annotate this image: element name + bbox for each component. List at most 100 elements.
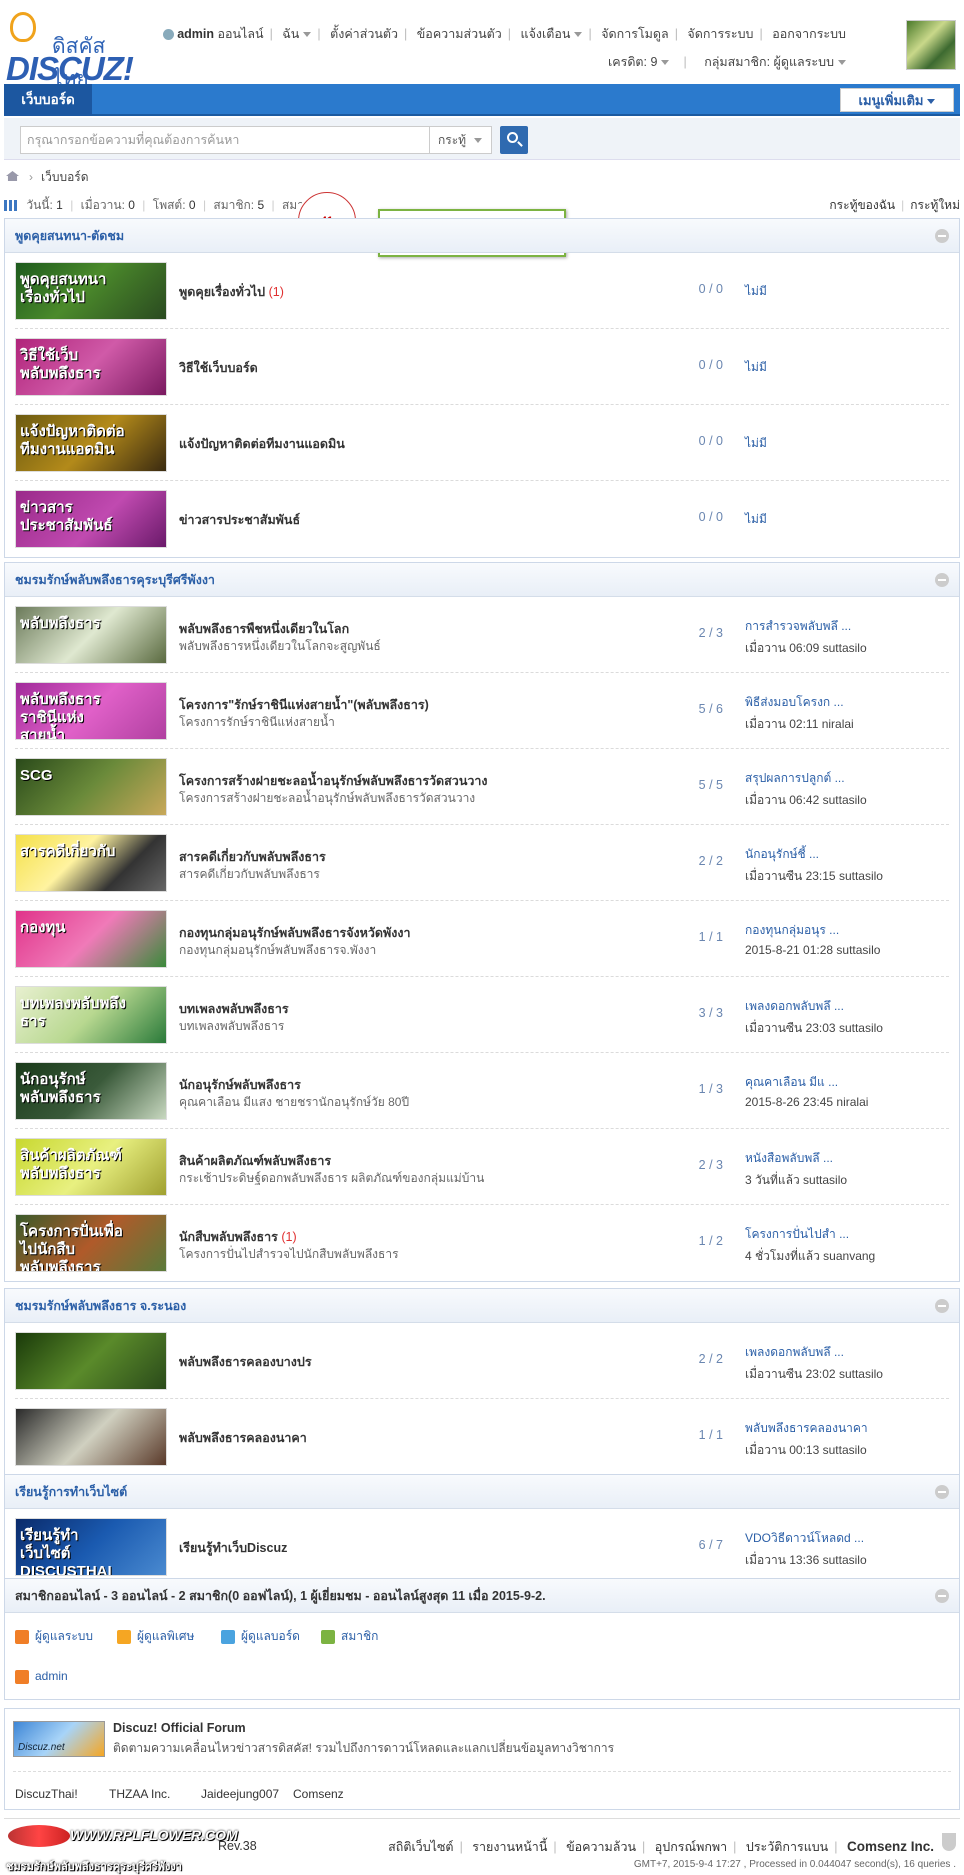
search-button[interactable] (500, 126, 528, 154)
footer-company[interactable]: Comsenz Inc. (847, 1839, 934, 1854)
forum-icon[interactable]: กองทุน (15, 910, 167, 968)
forum-icon[interactable]: สินค้าผลิตภัณฑ์พลับพลึงธาร (15, 1138, 167, 1196)
collapse-icon[interactable] (935, 1589, 949, 1603)
forum-name[interactable]: สารคดีเกี่ยวกับพลับพลึงธาร (179, 847, 326, 867)
tab-forum[interactable]: เว็บบอร์ด (4, 84, 92, 116)
forum-name[interactable]: นักสืบพลับพลึงธาร (1) (179, 1227, 297, 1247)
forum-name[interactable]: พลับพลึงธารคลองนาคา (179, 1428, 307, 1448)
menu-admin[interactable]: จัดการระบบ (687, 27, 753, 41)
last-post-title[interactable]: พิธีส่งมอบโครงก ... (745, 693, 854, 712)
forum-icon[interactable]: SCG (15, 758, 167, 816)
forum-name[interactable]: นักอนุรักษ์พลับพลึงธาร (179, 1075, 301, 1095)
member-icon (321, 1629, 335, 1644)
link-comsenz[interactable]: Comsenz (293, 1787, 344, 1801)
menu-notify[interactable]: แจ้งเตือน (521, 27, 571, 41)
site-logo[interactable]: ดิสคัสไทย DISCUZ! (4, 8, 134, 91)
footer-plaintext[interactable]: ข้อความล้วน (566, 1840, 636, 1854)
home-icon[interactable] (6, 171, 19, 181)
last-post-title[interactable]: ไม่มี (745, 510, 767, 529)
menu-modules[interactable]: จัดการโมดูล (601, 27, 668, 41)
credit-bar: เครดิต: 9 | กลุ่มสมาชิก: ผู้ดูแลระบบ (608, 52, 846, 72)
collapse-icon[interactable] (935, 573, 949, 587)
collapse-icon[interactable] (935, 229, 949, 243)
group-link[interactable]: กลุ่มสมาชิก: ผู้ดูแลระบบ (704, 55, 834, 69)
footer-banlog[interactable]: ประวัติการแบน (746, 1840, 828, 1854)
online-user[interactable]: admin (15, 1669, 68, 1684)
forum-name[interactable]: ข่าวสารประชาสัมพันธ์ (179, 510, 300, 530)
menu-messages[interactable]: ข้อความส่วนตัว (417, 27, 502, 41)
forum-name[interactable]: วิธีใช้เว็บบอร์ด (179, 358, 258, 378)
me-menu[interactable]: ฉัน (282, 27, 299, 41)
forum-name[interactable]: พลับพลึงธารคลองบางปร (179, 1352, 312, 1372)
official-forum-title[interactable]: Discuz! Official Forum (113, 1721, 246, 1735)
forum-icon[interactable]: สารคดีเกี่ยวกับ (15, 834, 167, 892)
forum-row: บทเพลงพลับพลึงธาร บทเพลงพลับพลึงธาร บทเพล… (15, 977, 949, 1053)
forum-name[interactable]: โครงการสร้างฝายชะลอน้ำอนุรักษ์พลับพลึงธา… (179, 771, 488, 791)
search-type-select[interactable]: กระทู้ (430, 126, 492, 154)
last-post-title[interactable]: ไม่มี (745, 434, 767, 453)
forum-name[interactable]: พูดคุยเรื่องทั่วไป (1) (179, 282, 284, 302)
last-post-title[interactable]: หนังสือพลับพลึ ... (745, 1149, 847, 1168)
last-post-title[interactable]: VDOวิธีดาวน์โหลดd ... (745, 1529, 867, 1548)
collapse-icon[interactable] (935, 1485, 949, 1499)
footer-report[interactable]: รายงานหน้านี้ (472, 1840, 547, 1854)
category-header[interactable]: ชมรมรักษ์พลับพลึงธารคุระบุรีศรีพังงา (5, 563, 959, 597)
forum-name[interactable]: บทเพลงพลับพลึงธาร (179, 999, 289, 1019)
forum-icon[interactable] (15, 1332, 167, 1390)
footer-mobile[interactable]: อุปกรณ์พกพา (655, 1840, 727, 1854)
breadcrumb-forum[interactable]: เว็บบอร์ด (41, 170, 89, 184)
last-post-title[interactable]: การสำรวจพลับพลึ ... (745, 617, 867, 636)
last-post-title[interactable]: คุณคาเลือน มีแ ... (745, 1073, 868, 1092)
forum-icon[interactable] (15, 1408, 167, 1466)
forum-icon[interactable]: เรียนรู้ทำเว็บไซต์ DISCUSTHAI 3.2 (15, 1518, 167, 1576)
credit-link[interactable]: เครดิต: 9 (608, 55, 657, 69)
forum-icon[interactable]: พลับพลึงธาร (15, 606, 167, 664)
forum-icon[interactable]: วิธีใช้เว็บพลับพลึงธาร (15, 338, 167, 396)
forum-name-text: นักอนุรักษ์พลับพลึงธาร (179, 1078, 301, 1092)
forum-icon[interactable]: แจ้งปัญหาติดต่อทีมงานแอดมิน (15, 414, 167, 472)
forum-icon[interactable]: บทเพลงพลับพลึงธาร (15, 986, 167, 1044)
last-post-title[interactable]: กองทุนกลุ่มอนุร ... (745, 921, 880, 940)
forum-icon-text: SCG (20, 767, 53, 784)
collapse-icon[interactable] (935, 1299, 949, 1313)
forum-icon[interactable]: ข่าวสารประชาสัมพันธ์ (15, 490, 167, 548)
online-status: ออนไลน์ (217, 27, 264, 41)
last-post-title[interactable]: พลับพลึงธารคลองนาคา (745, 1419, 868, 1438)
more-menu-button[interactable]: เมนูเพิ่มเติม (840, 88, 954, 112)
category-header[interactable]: พูดคุยสนทนา-ตัดชม (5, 219, 959, 253)
new-threads-link[interactable]: กระทู้ใหม่ (910, 198, 960, 212)
last-post-title[interactable]: เพลงดอกพลับพลึ ... (745, 997, 883, 1016)
discuz-badge[interactable]: Discuz.net (13, 1721, 105, 1757)
online-header[interactable]: สมาชิกออนไลน์ - 3 ออนไลน์ - 2 สมาชิก(0 อ… (5, 1579, 959, 1613)
link-discuzthai[interactable]: DiscuzThai! (15, 1787, 78, 1801)
forum-name[interactable]: แจ้งปัญหาติดต่อทีมงานแอดมิน (179, 434, 345, 454)
forum-name[interactable]: โครงการ"รักษ์ราชินีแห่งสายน้ำ"(พลับพลึงธ… (179, 695, 429, 715)
link-thzaa[interactable]: THZAA Inc. (109, 1787, 170, 1801)
menu-logout[interactable]: ออกจากระบบ (772, 27, 846, 41)
forum-name[interactable]: สินค้าผลิตภัณฑ์พลับพลึงธาร (179, 1151, 331, 1171)
forum-icon[interactable]: พูดคุยสนทนาเรื่องทั่วไป (15, 262, 167, 320)
category-header[interactable]: ชมรมรักษ์พลับพลึงธาร จ.ระนอง (5, 1289, 959, 1323)
last-post-title[interactable]: สรุปผลการปลูกต์ ... (745, 769, 867, 788)
forum-name[interactable]: กองทุนกลุ่มอนุรักษ์พลับพลึงธารจังหวัดพัง… (179, 923, 410, 943)
last-post-title[interactable]: ไม่มี (745, 358, 767, 377)
last-post-title[interactable]: เพลงดอกพลับพลึ ... (745, 1343, 883, 1362)
category-header[interactable]: เรียนรู้การทำเว็บไซต์ (5, 1475, 959, 1509)
menu-settings[interactable]: ตั้งค่าส่วนตัว (330, 27, 398, 41)
forum-icon[interactable]: โครงการปั่นเพื่อไปนักสืบพลับพลึงธาร (15, 1214, 167, 1272)
last-post-title[interactable]: ไม่มี (745, 282, 767, 301)
forum-name[interactable]: พลับพลึงธารพืชหนึ่งเดียวในโลก (179, 619, 349, 639)
username-link[interactable]: admin (177, 27, 214, 41)
link-jaideejung[interactable]: Jaideejung007 (201, 1787, 279, 1801)
last-post-title[interactable]: โครงการปั่นไปสำ ... (745, 1225, 875, 1244)
avatar[interactable] (906, 20, 956, 70)
forum-icon[interactable]: พลับพลึงธาร ราชินีแห่งสายน้ำ (15, 682, 167, 740)
my-threads-link[interactable]: กระทู้ของฉัน (829, 198, 895, 212)
forum-desc: โครงการปั่นไปสำรวจไปนักสืบพลับพลึงธาร (179, 1247, 399, 1261)
search-input[interactable]: กรุณากรอกข้อความที่คุณต้องการค้นหา (20, 126, 430, 154)
category-block: เรียนรู้การทำเว็บไซต์เรียนรู้ทำเว็บไซต์ … (4, 1474, 960, 1586)
forum-icon[interactable]: นักอนุรักษ์พลับพลึงธาร (15, 1062, 167, 1120)
forum-name[interactable]: เรียนรู้ทำเว็บDiscuz (179, 1538, 287, 1558)
last-post-title[interactable]: นักอนุรักษ์ชี้ ... (745, 845, 883, 864)
footer-stats[interactable]: สถิติเว็บไซต์ (388, 1840, 453, 1854)
